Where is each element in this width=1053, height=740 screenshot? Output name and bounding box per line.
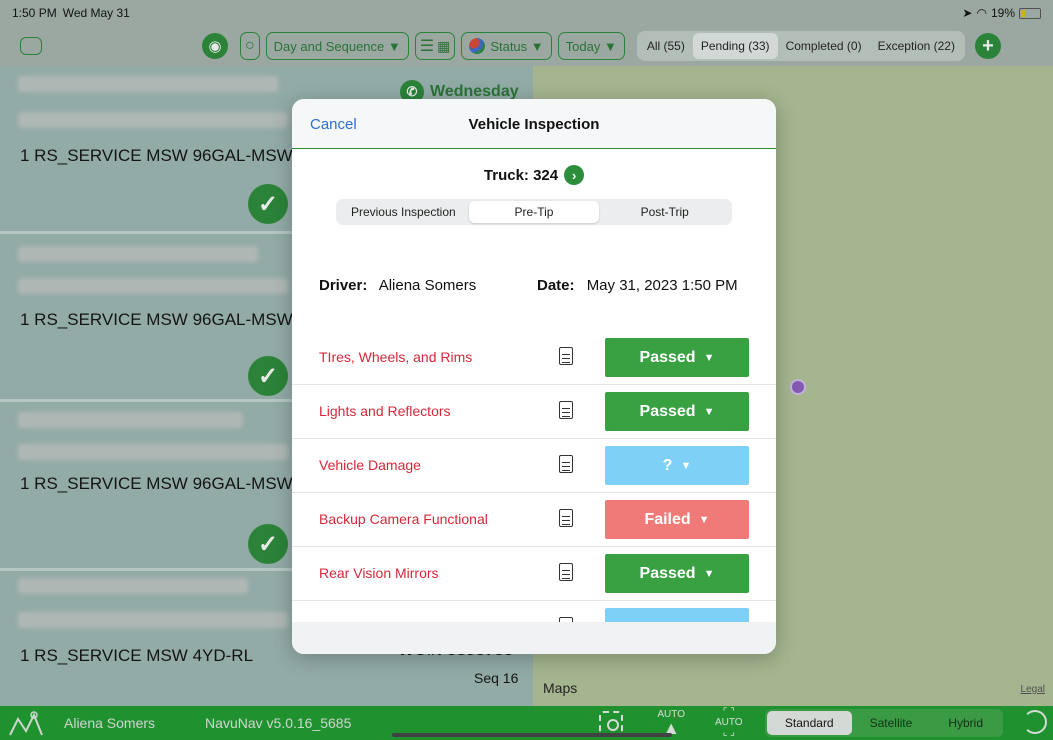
date-info: Date: May 31, 2023 1:50 PM xyxy=(537,277,738,294)
modal-title: Vehicle Inspection xyxy=(468,116,600,133)
truck-label: Truck: 324 xyxy=(483,166,559,184)
inspection-list: TIres, Wheels, and Rims Passed ▼ Lights … xyxy=(292,331,776,654)
inspection-row: Backup Camera Functional Failed ▼ xyxy=(292,493,776,547)
notes-icon[interactable] xyxy=(559,509,573,527)
inspection-row: Rear Vision Mirrors Passed ▼ xyxy=(292,547,776,601)
notes-icon[interactable] xyxy=(559,563,573,581)
inspection-row: Vehicle Damage ? ▼ xyxy=(292,439,776,493)
status-dropdown-button[interactable]: Passed ▼ xyxy=(605,554,749,593)
inspection-row: Lights and Reflectors Passed ▼ xyxy=(292,385,776,439)
status-value: ? xyxy=(662,456,673,474)
status-dropdown-button[interactable]: Failed ▼ xyxy=(605,500,749,539)
notes-icon[interactable] xyxy=(559,455,573,473)
inspection-item-label: Rear Vision Mirrors xyxy=(319,565,439,581)
status-value: Failed xyxy=(644,510,691,528)
inspection-item-label: TIres, Wheels, and Rims xyxy=(319,349,473,365)
status-dropdown-button[interactable]: ? ▼ xyxy=(605,446,749,485)
status-value: Passed xyxy=(639,564,696,582)
date-value: May 31, 2023 1:50 PM xyxy=(586,277,738,294)
inspection-item-label: Vehicle Damage xyxy=(319,457,421,473)
dropdown-arrow-icon: ▼ xyxy=(703,405,715,418)
status-dropdown-button[interactable]: Passed ▼ xyxy=(605,392,749,431)
truck-selector[interactable]: Truck: 324 › xyxy=(292,165,776,185)
inspection-tabs: Previous Inspection Pre-Tip Post-Trip xyxy=(336,199,732,225)
notes-icon[interactable] xyxy=(559,347,573,365)
driver-info: Driver: Aliena Somers xyxy=(319,277,476,294)
status-value: Passed xyxy=(639,348,696,366)
notes-icon[interactable] xyxy=(559,401,573,419)
inspection-item-label: Lights and Reflectors xyxy=(319,403,451,419)
dropdown-arrow-icon: ▼ xyxy=(680,459,692,472)
dropdown-arrow-icon: ▼ xyxy=(703,567,715,580)
dropdown-arrow-icon: ▼ xyxy=(698,513,710,526)
modal-header: Cancel Vehicle Inspection xyxy=(292,99,776,149)
dropdown-arrow-icon: ▼ xyxy=(703,351,715,364)
tab-previous-inspection[interactable]: Previous Inspection xyxy=(338,201,469,223)
tab-post-trip[interactable]: Post-Trip xyxy=(599,201,730,223)
chevron-right-icon[interactable]: › xyxy=(564,165,585,185)
inspection-item-label: Backup Camera Functional xyxy=(319,511,488,527)
status-dropdown-button[interactable]: Passed ▼ xyxy=(605,338,749,377)
inspection-row: TIres, Wheels, and Rims Passed ▼ xyxy=(292,331,776,385)
tab-pre-tip[interactable]: Pre-Tip xyxy=(468,201,600,223)
vehicle-inspection-modal: Cancel Vehicle Inspection Truck: 324 › P… xyxy=(292,99,776,654)
driver-label: Driver: xyxy=(319,277,368,294)
date-label: Date: xyxy=(537,277,575,294)
modal-footer xyxy=(292,622,776,654)
driver-value: Aliena Somers xyxy=(378,277,477,294)
status-value: Passed xyxy=(639,402,696,420)
